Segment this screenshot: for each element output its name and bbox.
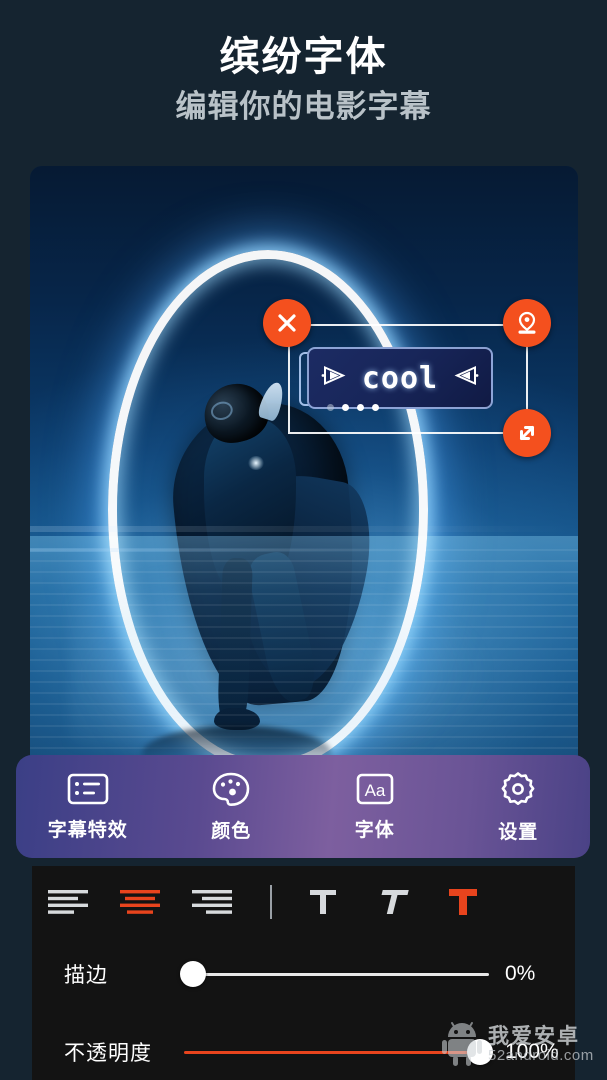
style-italic-button[interactable] bbox=[358, 885, 428, 919]
watermark-title: 我爱安卓 bbox=[488, 1025, 580, 1049]
align-right-button[interactable] bbox=[176, 887, 248, 917]
text-card-dots bbox=[327, 404, 379, 411]
divider bbox=[270, 885, 272, 919]
page-header: 缤纷字体 编辑你的电影字幕 bbox=[0, 0, 607, 125]
stamp-handle[interactable] bbox=[503, 299, 551, 347]
subtitle-text-card[interactable]: cool bbox=[307, 347, 493, 409]
stroke-slider-knob[interactable] bbox=[180, 961, 206, 987]
editor-tabbar: 字幕特效 颜色 Aa 字体 设置 bbox=[16, 755, 590, 858]
glitch-line-2 bbox=[30, 548, 578, 552]
style-regular-button[interactable] bbox=[288, 885, 358, 919]
svg-text:Aa: Aa bbox=[364, 781, 385, 800]
tab-settings[interactable]: 设置 bbox=[447, 769, 591, 844]
tab-label: 颜色 bbox=[211, 821, 252, 842]
page-title: 缤纷字体 bbox=[219, 35, 388, 79]
glitch-line-1 bbox=[30, 526, 578, 532]
style-bold-button[interactable] bbox=[428, 885, 498, 919]
watermark: 我爱安卓 52android.com bbox=[442, 1016, 602, 1074]
stroke-slider-value: 0% bbox=[505, 962, 536, 985]
palette-icon bbox=[210, 770, 252, 808]
align-right-icon bbox=[190, 887, 234, 917]
close-handle[interactable] bbox=[263, 299, 311, 347]
tab-font[interactable]: Aa 字体 bbox=[303, 771, 447, 842]
alignment-row bbox=[32, 866, 575, 938]
align-center-icon bbox=[118, 887, 162, 917]
close-icon bbox=[274, 310, 300, 336]
stamp-icon bbox=[513, 309, 541, 337]
android-robot-icon bbox=[442, 1019, 482, 1072]
resize-diagonal-icon bbox=[513, 419, 541, 447]
text-bold-icon bbox=[446, 885, 480, 919]
tab-subtitle-effects[interactable]: 字幕特效 bbox=[16, 771, 160, 842]
subtitle-effects-icon bbox=[66, 771, 110, 807]
video-preview[interactable] bbox=[30, 166, 578, 783]
watermark-text: 我爱安卓 52android.com bbox=[488, 1026, 594, 1064]
tab-label: 字体 bbox=[354, 820, 395, 841]
font-aa-icon: Aa bbox=[354, 771, 396, 807]
align-left-icon bbox=[46, 887, 90, 917]
page-subtitle: 编辑你的电影字幕 bbox=[175, 89, 432, 124]
tab-label: 字幕特效 bbox=[47, 820, 128, 841]
tab-label: 设置 bbox=[498, 822, 539, 843]
align-left-button[interactable] bbox=[32, 887, 104, 917]
arrow-left-icon bbox=[321, 365, 351, 392]
resize-handle[interactable] bbox=[503, 409, 551, 457]
stroke-slider-track-wrap[interactable] bbox=[180, 959, 489, 989]
stroke-slider-track bbox=[184, 972, 489, 976]
arrow-right-icon bbox=[449, 365, 479, 392]
watermark-url: 52android.com bbox=[488, 1047, 594, 1065]
subtitle-text: cool bbox=[361, 360, 439, 396]
stroke-slider[interactable]: 描边 0% bbox=[32, 948, 575, 1000]
stroke-slider-label: 描边 bbox=[64, 964, 108, 987]
text-italic-icon bbox=[376, 885, 410, 919]
gear-icon bbox=[498, 769, 538, 809]
text-regular-icon bbox=[306, 885, 340, 919]
tab-color[interactable]: 颜色 bbox=[160, 770, 304, 843]
opacity-slider-label: 不透明度 bbox=[64, 1042, 152, 1065]
align-center-button[interactable] bbox=[104, 887, 176, 917]
